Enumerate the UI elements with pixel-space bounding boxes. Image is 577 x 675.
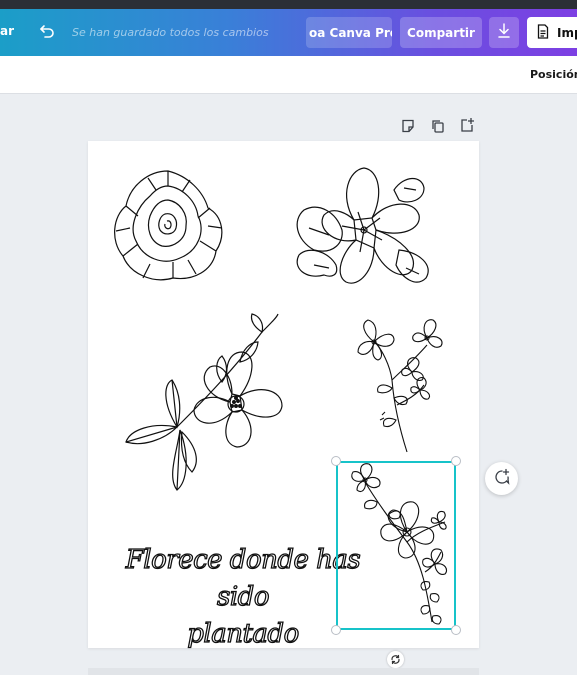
quote-text[interactable]: Florece donde has sido plantado xyxy=(112,542,374,653)
add-page-icon[interactable] xyxy=(459,117,475,133)
jasmine-illustration[interactable] xyxy=(122,312,287,494)
lily-cluster-illustration[interactable] xyxy=(292,160,437,295)
resize-handle-top-left[interactable] xyxy=(331,456,341,466)
resize-handle-bottom-right[interactable] xyxy=(451,625,461,635)
download-icon xyxy=(496,22,512,44)
note-icon[interactable] xyxy=(400,118,416,134)
next-page-preview[interactable] xyxy=(88,668,479,675)
resize-handle-top-right[interactable] xyxy=(451,456,461,466)
rotate-icon xyxy=(390,650,401,669)
save-status: Se han guardado todos los cambios xyxy=(72,26,269,39)
selection-box[interactable] xyxy=(336,461,456,630)
comment-add-icon xyxy=(493,468,511,490)
resize-handle-bottom-left[interactable] xyxy=(331,625,341,635)
share-button[interactable]: Compartir xyxy=(400,17,482,48)
undo-icon[interactable] xyxy=(38,22,56,40)
print-button[interactable]: Imp xyxy=(527,17,577,48)
download-button[interactable] xyxy=(489,17,519,48)
print-button-label: Imp xyxy=(557,25,577,40)
editor-toolbar: ar Se han guardado todos los cambios oa … xyxy=(0,9,577,56)
rose-illustration[interactable] xyxy=(108,166,228,286)
quote-line-1: Florece donde has sido xyxy=(125,544,361,612)
add-comment-button[interactable] xyxy=(485,462,518,495)
context-toolbar: Posición xyxy=(0,56,577,94)
wildflower-sprig-illustration[interactable] xyxy=(352,310,448,455)
canva-pro-button[interactable]: oa Canva Pro xyxy=(306,17,392,48)
rotate-handle[interactable] xyxy=(387,651,404,668)
share-button-label: Compartir xyxy=(407,25,475,40)
position-button[interactable]: Posición xyxy=(530,68,577,81)
canva-pro-button-label: oa Canva Pro xyxy=(309,25,392,40)
document-icon xyxy=(537,23,549,42)
menu-label-truncated[interactable]: ar xyxy=(0,24,14,38)
window-top-strip xyxy=(0,0,577,9)
duplicate-icon[interactable] xyxy=(430,118,446,134)
